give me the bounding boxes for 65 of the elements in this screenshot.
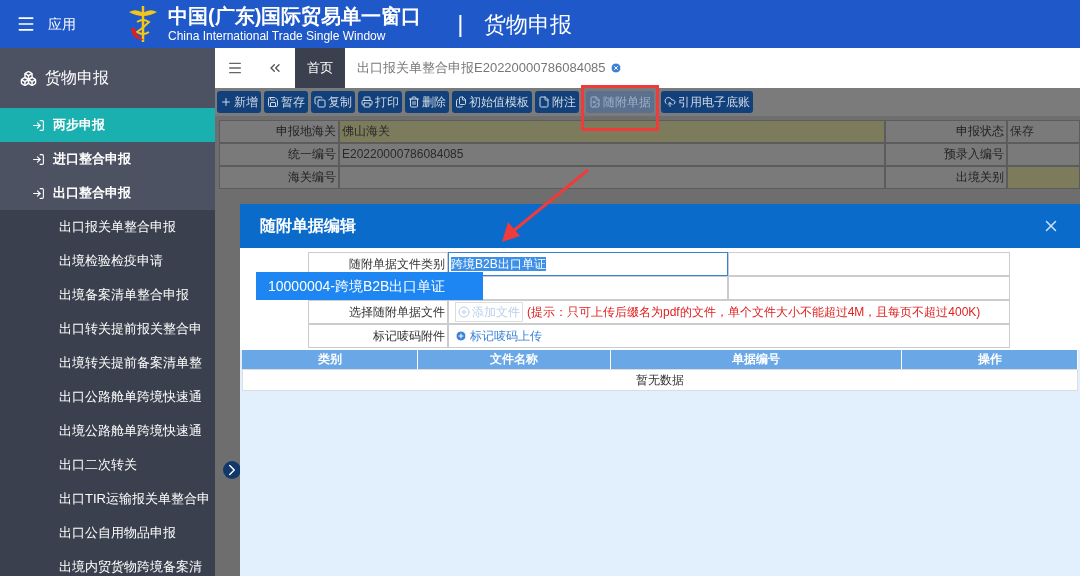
save-icon — [267, 96, 279, 108]
menu-icon — [16, 14, 36, 34]
app-menu-button[interactable]: 应用 — [16, 13, 112, 35]
expand-icon — [223, 461, 241, 479]
upload-mark-link[interactable]: 标记唛码上传 — [455, 327, 542, 345]
plus-circle-icon — [455, 330, 467, 342]
boxes-icon — [20, 69, 37, 87]
upload-hint: (提示：只可上传后缀名为pdf的文件，单个文件大小不能超过4M，且每页不超过400K) — [527, 304, 981, 321]
trash-icon — [408, 96, 420, 108]
toolbar-button[interactable]: 复制 — [311, 91, 355, 113]
form-value[interactable] — [1007, 143, 1080, 166]
login-icon — [32, 118, 45, 132]
toolbar-button[interactable]: 删除 — [405, 91, 449, 113]
login-icon — [32, 152, 45, 166]
menu-icon — [227, 60, 243, 76]
file-image-icon — [589, 96, 601, 108]
printer-icon — [361, 96, 373, 108]
sidebar-subitem[interactable]: 出境公路舱单跨境快速通 — [0, 414, 215, 448]
header-separator: | — [457, 9, 464, 39]
site-title: 中国(广东)国际贸易单一窗口 — [168, 4, 422, 29]
plus-icon — [220, 96, 232, 108]
form-label: 出境关别 — [885, 166, 1007, 189]
form-label: 预录入编号 — [885, 143, 1007, 166]
dropdown-option[interactable]: 10000004-跨境B2B出口单证 — [256, 272, 483, 300]
toolbar-button[interactable]: 引用电子底账 — [661, 91, 753, 113]
section-title: 货物申报 — [483, 10, 572, 39]
form-value[interactable] — [339, 166, 885, 189]
sidebar-title: 货物申报 — [45, 68, 109, 88]
sidebar-subitem[interactable]: 出口报关单整合申报 — [0, 210, 215, 244]
file-icon — [538, 96, 550, 108]
form-value[interactable] — [1007, 166, 1080, 189]
sidebar-item[interactable]: 出口整合申报 — [0, 176, 215, 210]
sidebar-subitem[interactable]: 出口公自用物品申报 — [0, 516, 215, 550]
field-label: 选择随附单据文件 — [308, 300, 448, 324]
field-label: 标记唛码附件 — [308, 324, 448, 348]
login-icon — [32, 186, 45, 200]
plus-circle-icon — [458, 306, 470, 318]
document-tab[interactable]: 出口报关单整合申报E20220000786084085 — [345, 48, 634, 88]
home-tab[interactable]: 首页 — [295, 48, 345, 88]
sidebar-subitem[interactable]: 出境内贸货物跨境备案清 — [0, 550, 215, 576]
toolbar-button[interactable]: 新增 — [217, 91, 261, 113]
form-label: 海关编号 — [219, 166, 339, 189]
sidebar-subitem[interactable]: 出境转关提前备案清单整 — [0, 346, 215, 380]
file-field[interactable]: 添加文件 (提示：只可上传后缀名为pdf的文件，单个文件大小不能超过4M，且每页不超过400K) — [448, 300, 1010, 324]
empty-message: 暂无数据 — [242, 369, 1078, 391]
toolbar-button[interactable]: 打印 — [358, 91, 402, 113]
sidebar-item[interactable]: 进口整合申报 — [0, 142, 215, 176]
form-label: 申报地海关 — [219, 120, 339, 143]
form-label: 申报状态 — [885, 120, 1007, 143]
sidebar-subitem[interactable]: 出口转关提前报关整合申 — [0, 312, 215, 346]
form-label: 统一编号 — [219, 143, 339, 166]
copy-icon — [314, 96, 326, 108]
close-icon — [609, 62, 622, 74]
sidebar-subitem[interactable]: 出境检验检疫申请 — [0, 244, 215, 278]
toolbar-button[interactable]: 初始值模板 — [452, 91, 532, 113]
cloud-upload-icon — [664, 96, 676, 108]
site-subtitle: China International Trade Single Window — [168, 29, 387, 44]
modal-title: 随附单据编辑 — [260, 216, 356, 236]
toolbar-button[interactable]: 附注 — [535, 91, 579, 113]
sidebar-subitem[interactable]: 出口二次转关 — [0, 448, 215, 482]
sidebar-subitem[interactable]: 出口公路舱单跨境快速通 — [0, 380, 215, 414]
files-icon — [455, 96, 467, 108]
sidebar-subitem[interactable]: 出境备案清单整合申报 — [0, 278, 215, 312]
sidebar-subitem[interactable]: 出口TIR运输报关单整合申 — [0, 482, 215, 516]
toolbar-button[interactable]: 暂存 — [264, 91, 308, 113]
